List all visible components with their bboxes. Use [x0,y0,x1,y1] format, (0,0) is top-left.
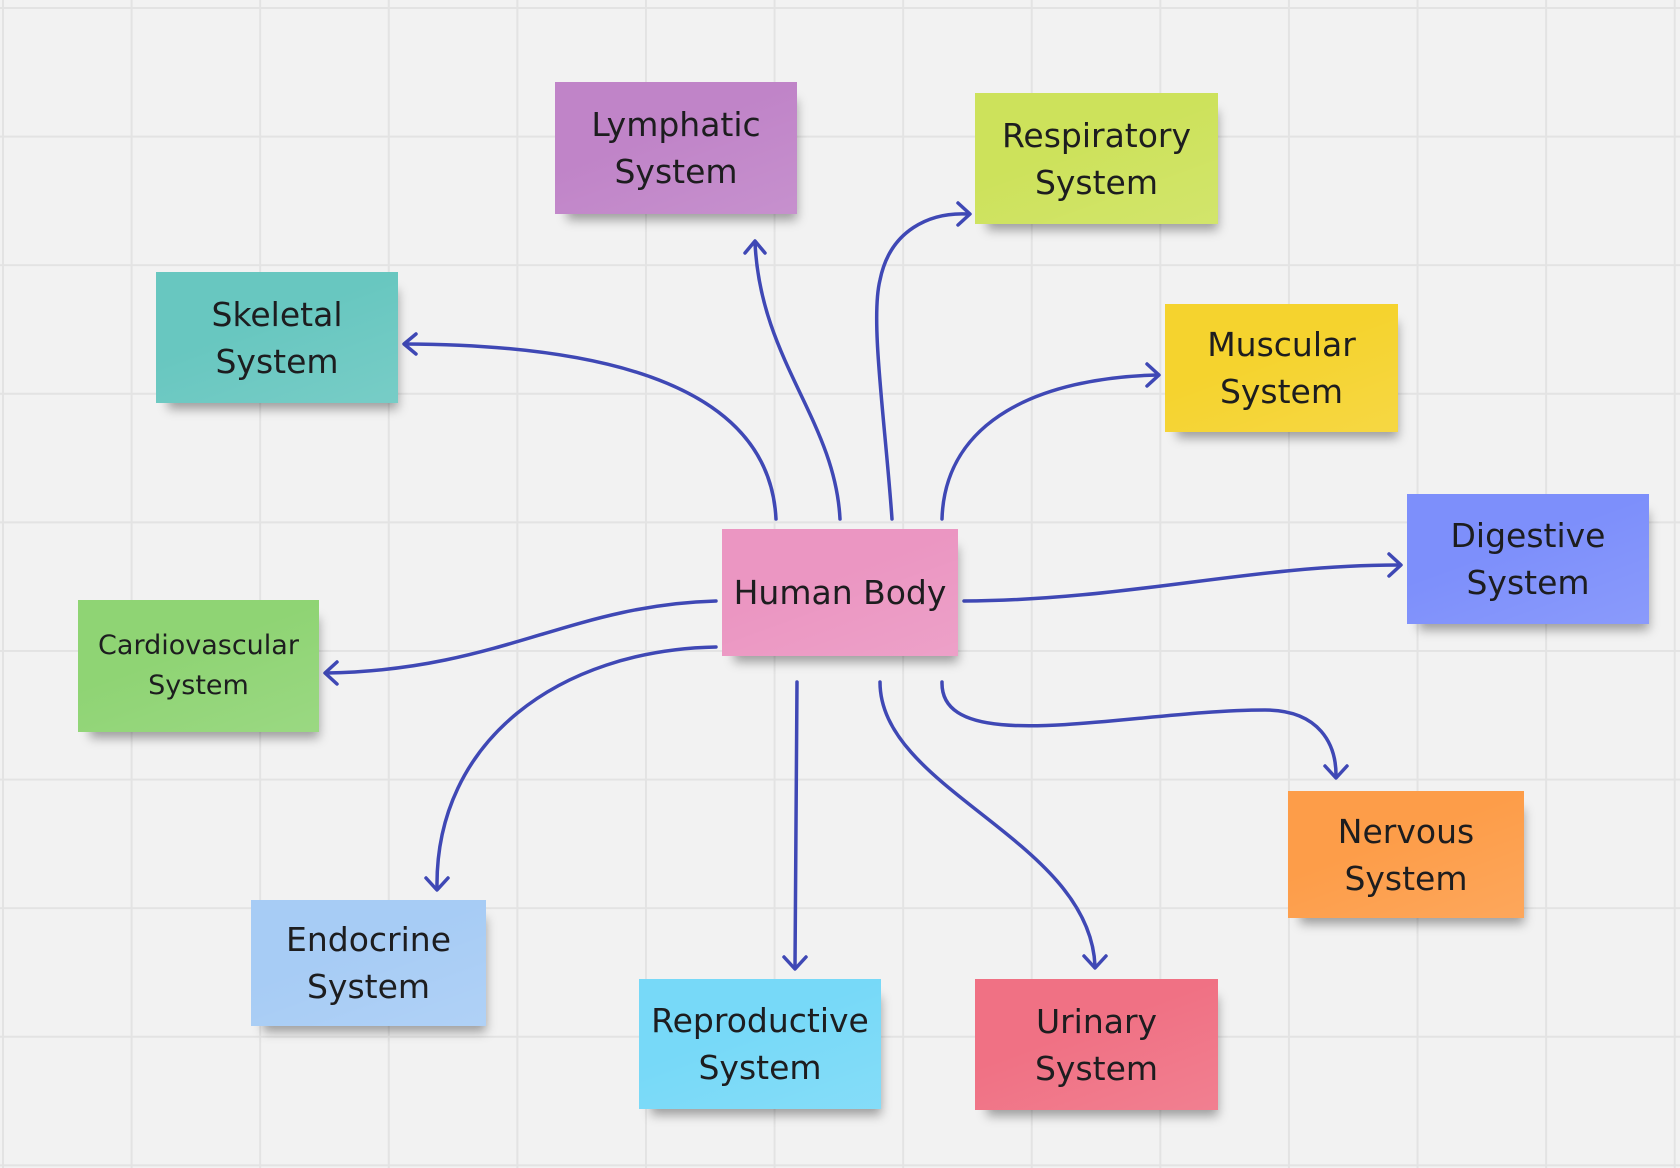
sticky-note-label: Skeletal System [211,294,343,381]
sticky-note-label: Endocrine System [286,920,451,1006]
arrowhead-urinary [1082,954,1108,970]
connector-nervous[interactable] [940,680,1338,777]
sticky-note-human-body[interactable]: Human Body [722,529,958,656]
sticky-note-label: Digestive System [1450,516,1606,602]
arrowhead-endocrine [424,876,450,892]
sticky-note-cardiovascular[interactable]: Cardiovascular System [78,600,319,732]
sticky-note-label: Muscular System [1207,325,1356,411]
arrowhead-muscular [1145,362,1161,388]
sticky-note-label: Human Body [733,573,947,612]
sticky-note-digestive[interactable]: Digestive System [1407,494,1649,624]
connector-respiratory[interactable] [874,212,970,521]
arrowhead-nervous [1323,764,1349,780]
arrowhead-cardiovascular [323,660,339,686]
sticky-note-lymphatic[interactable]: Lymphatic System [555,82,797,214]
connector-muscular[interactable] [940,373,1159,521]
connector-lymphatic[interactable] [753,240,842,521]
sticky-note-endocrine[interactable]: Endocrine System [251,900,486,1026]
sticky-note-label: Reproductive System [651,1001,869,1087]
sticky-note-nervous[interactable]: Nervous System [1288,791,1524,918]
sticky-note-respiratory[interactable]: Respiratory System [975,93,1218,224]
arrowhead-respiratory [956,201,972,227]
sticky-note-reproductive[interactable]: Reproductive System [639,979,881,1109]
sticky-note-label: Urinary System [1034,1001,1159,1088]
sticky-note-urinary[interactable]: Urinary System [975,979,1218,1110]
sticky-note-label: Lymphatic System [591,105,761,191]
connector-endocrine[interactable] [435,645,718,890]
arrowhead-reproductive [782,955,808,971]
connector-urinary[interactable] [878,680,1097,968]
arrowhead-digestive [1387,552,1403,578]
arrowhead-skeletal [402,332,418,356]
connector-cardiovascular[interactable] [325,599,718,675]
connector-digestive[interactable] [962,563,1401,603]
connector-reproductive[interactable] [793,680,799,969]
sticky-note-muscular[interactable]: Muscular System [1165,304,1398,432]
arrowhead-lymphatic [743,239,767,255]
whiteboard-canvas[interactable]: Human Body Lymphatic System Respiratory … [0,0,1680,1168]
connector-skeletal[interactable] [403,342,778,521]
sticky-note-label: Cardiovascular System [98,630,299,701]
sticky-note-label: Respiratory System [1001,115,1192,202]
sticky-note-label: Nervous System [1337,811,1475,898]
sticky-note-skeletal[interactable]: Skeletal System [156,272,398,403]
